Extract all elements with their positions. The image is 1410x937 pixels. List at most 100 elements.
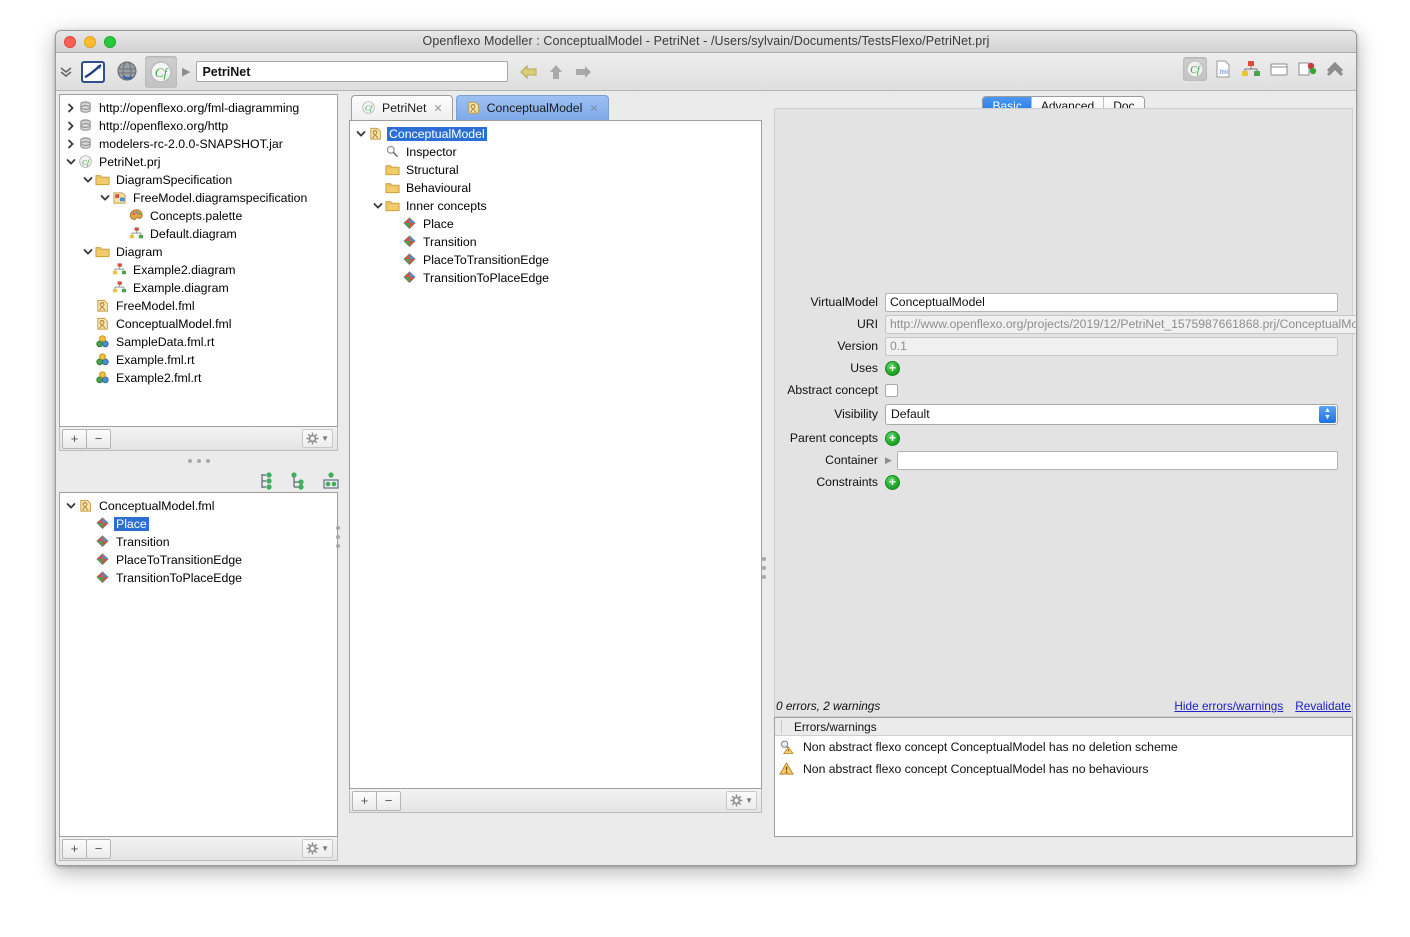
twisty-expanded-icon[interactable] (66, 501, 76, 511)
parent-concepts-add-button[interactable]: + (885, 430, 900, 446)
uri-input[interactable]: http://www.openflexo.org/projects/2019/1… (885, 314, 1356, 334)
model-tree-item-row[interactable]: PlaceToTransitionEdge (350, 251, 761, 269)
project-browser-item-row[interactable]: Example2.fml.rt (60, 369, 337, 387)
abstract-concept-checkbox[interactable] (885, 383, 898, 397)
fml-browser-item-row[interactable]: ConceptualModel.fml (60, 497, 337, 515)
diagram-icon[interactable] (1239, 57, 1263, 81)
sphere-module-icon[interactable] (111, 56, 143, 88)
version-input[interactable]: 0.1 (885, 336, 1338, 356)
model-tree[interactable]: ConceptualModel Inspector Structural Behavi… (350, 121, 761, 287)
model-tree-item-row[interactable]: Place (350, 215, 761, 233)
resource-icon (80, 119, 91, 131)
chevrons-down-icon[interactable] (56, 55, 76, 89)
project-browser-item-row[interactable]: FreeModel.fml (60, 297, 337, 315)
diagram-icon (112, 281, 127, 293)
back-arrow-icon[interactable] (520, 64, 538, 80)
revalidate-link[interactable]: Revalidate (1295, 699, 1351, 713)
model-add-button[interactable]: + (352, 790, 377, 811)
browser-remove-button[interactable]: − (86, 428, 111, 449)
project-browser-item-row[interactable]: Cf PetriNet.prj (60, 153, 337, 171)
fml-module-icon[interactable]: Cf (145, 55, 177, 88)
model-tree-item-row[interactable]: Behavioural (350, 179, 761, 197)
error-row[interactable]: Non abstract flexo concept ConceptualMod… (775, 736, 1352, 758)
project-browser-item-label: DiagramSpecification (116, 173, 233, 187)
project-browser-item-row[interactable]: DiagramSpecification (60, 171, 337, 189)
fml-browser-tree[interactable]: ConceptualModel.fml Place Transition PlaceT… (60, 493, 337, 587)
model-tree-item-label: Place (423, 217, 454, 231)
twisty-expanded-icon[interactable] (373, 201, 383, 211)
fml-browser-item-row[interactable]: Transition (60, 533, 337, 551)
fmlrt-icon (96, 371, 109, 384)
fml-perspective-icon[interactable]: Cf (1183, 57, 1207, 81)
model-tree-item-row[interactable]: Inspector (350, 143, 761, 161)
browser-add-button[interactable]: + (62, 428, 87, 449)
fml-browser-panel: ConceptualModel.fml Place Transition PlaceT… (59, 492, 338, 837)
hierarchy-view-icon[interactable] (259, 472, 275, 490)
twisty-expanded-icon[interactable] (356, 129, 366, 139)
project-browser-item-row[interactable]: Default.diagram (60, 225, 337, 243)
window-icon[interactable] (1267, 57, 1291, 81)
project-browser-item-row[interactable]: Example.fml.rt (60, 351, 337, 369)
fml-options-button[interactable]: ▼ (302, 839, 333, 858)
twisty-expanded-icon[interactable] (66, 157, 76, 167)
project-browser-item-row[interactable]: http://openflexo.org/fml-diagramming (60, 99, 337, 117)
project-browser-item-row[interactable]: modelers-rc-2.0.0-SNAPSHOT.jar (60, 135, 337, 153)
twisty-expanded-icon[interactable] (100, 193, 110, 203)
fml-browser-item-row[interactable]: TransitionToPlaceEdge (60, 569, 337, 587)
twisty-expanded-icon[interactable] (83, 175, 93, 185)
twisty-collapsed-icon[interactable] (66, 103, 76, 113)
fml-browser-item-row[interactable]: PlaceToTransitionEdge (60, 551, 337, 569)
constraints-add-button[interactable]: + (885, 474, 900, 490)
triangle-right-icon[interactable]: ▶ (885, 455, 892, 466)
visibility-select[interactable]: Default ▲ ▼ (885, 403, 1338, 425)
concept-icon (402, 234, 418, 250)
path-field[interactable]: PetriNet (196, 61, 509, 82)
project-browser-item-row[interactable]: http://openflexo.org/http (60, 117, 337, 135)
project-browser-item-row[interactable]: Example.diagram (60, 279, 337, 297)
project-browser-item-row[interactable]: ConceptualModel.fml (60, 315, 337, 333)
twisty-expanded-icon[interactable] (83, 247, 93, 257)
model-tree-item-row[interactable]: ConceptualModel (350, 125, 761, 143)
editor-tab-conceptualmodel[interactable]: ConceptualModel ✕ (455, 95, 609, 120)
close-tab-icon[interactable]: ✕ (589, 102, 598, 115)
model-tree-item-row[interactable]: Transition (350, 233, 761, 251)
browser-options-button[interactable]: ▼ (302, 429, 333, 448)
container-input[interactable] (896, 450, 1338, 470)
fml-browser-item-row[interactable]: Place (60, 515, 337, 533)
collapse-icon[interactable] (1323, 57, 1347, 81)
fmlrt-icon (96, 335, 109, 348)
model-tree-item-row[interactable]: TransitionToPlaceEdge (350, 269, 761, 287)
model-remove-button[interactable]: − (376, 790, 401, 811)
project-browser-item-row[interactable]: FreeModel.diagramspecification (60, 189, 337, 207)
flat-view-icon[interactable] (321, 472, 341, 490)
right-vertical-splitter[interactable] (762, 557, 766, 579)
twisty-collapsed-icon[interactable] (66, 121, 76, 131)
up-arrow-icon[interactable] (549, 64, 563, 80)
project-browser-item-row[interactable]: Concepts.palette (60, 207, 337, 225)
horizontal-splitter-handle[interactable] (59, 456, 338, 466)
fml-add-button[interactable]: + (62, 838, 87, 859)
uses-add-button[interactable]: + (885, 360, 900, 376)
project-browser-item-row[interactable]: Example2.diagram (60, 261, 337, 279)
fml-browser-toolbar: + − ▼ (59, 837, 338, 861)
tree-view-icon[interactable] (290, 472, 306, 490)
model-tree-item-row[interactable]: Inner concepts (350, 197, 761, 215)
project-browser-item-row[interactable]: Diagram (60, 243, 337, 261)
fml-remove-button[interactable]: − (86, 838, 111, 859)
fml-doc-icon[interactable]: .fml (1211, 57, 1235, 81)
model-options-button[interactable]: ▼ (726, 791, 757, 810)
hide-errors-link[interactable]: Hide errors/warnings (1174, 699, 1283, 713)
error-row[interactable]: Non abstract flexo concept ConceptualMod… (775, 758, 1352, 780)
flexo-app-icon[interactable] (77, 56, 109, 88)
close-tab-icon[interactable]: ✕ (433, 102, 442, 115)
errors-row-list[interactable]: Non abstract flexo concept ConceptualMod… (775, 736, 1352, 780)
editor-tab-petrinet[interactable]: Cf PetriNet ✕ (351, 95, 453, 120)
left-vertical-splitter[interactable] (336, 526, 340, 548)
twisty-collapsed-icon[interactable] (66, 139, 76, 149)
forward-arrow-icon[interactable] (574, 64, 592, 80)
virtualmodel-input[interactable]: ConceptualModel (885, 292, 1338, 312)
palette-icon[interactable] (1295, 57, 1319, 81)
model-tree-item-row[interactable]: Structural (350, 161, 761, 179)
project-browser-item-row[interactable]: SampleData.fml.rt (60, 333, 337, 351)
project-browser-tree[interactable]: http://openflexo.org/fml-diagramming http… (60, 95, 337, 387)
